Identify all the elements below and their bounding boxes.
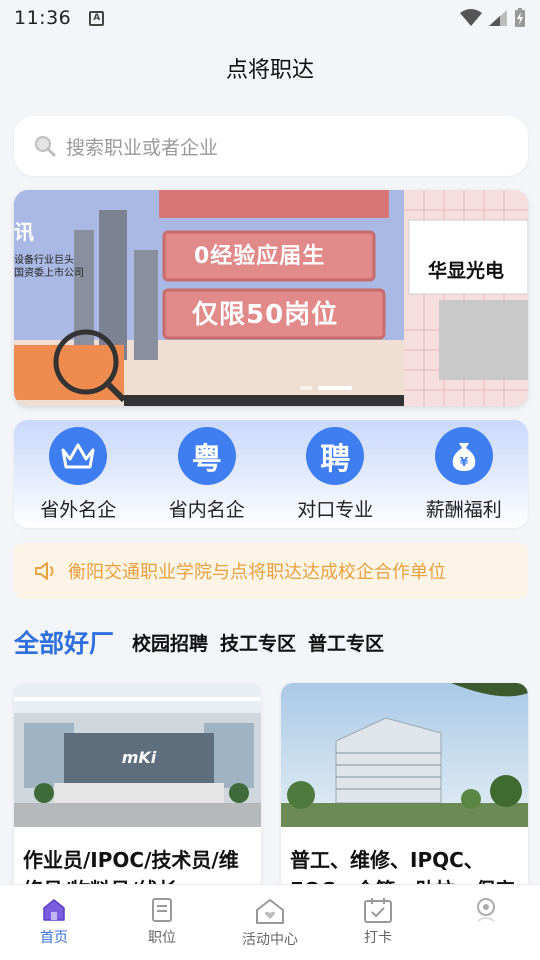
crown-icon	[49, 426, 108, 485]
banner-pagination	[300, 386, 352, 390]
company-building-image	[281, 683, 528, 827]
home-icon	[43, 899, 65, 921]
nav-label: 首页	[40, 930, 68, 946]
nav-profile[interactable]	[432, 885, 540, 960]
nav-home[interactable]: 首页	[0, 885, 108, 960]
yue-icon: 粤	[177, 426, 236, 485]
company-lobby-image: mKi	[14, 683, 261, 827]
category-label: 对口专业	[297, 498, 374, 521]
banner-dot[interactable]	[300, 386, 312, 390]
factory-tabs: 全部好厂 校园招聘 技工专区 普工专区	[14, 622, 396, 662]
category-label: 省外名企	[40, 498, 117, 521]
nav-label: 职位	[148, 930, 176, 946]
banner-brand: 华显光电	[428, 260, 505, 282]
category-major-match[interactable]: 聘 对口专业	[280, 426, 390, 522]
search-icon	[35, 136, 56, 157]
status-bar: 11:36 A	[0, 0, 540, 36]
banner-small-text: 设备行业巨头 国资委上市公司	[14, 255, 84, 279]
document-icon	[152, 898, 172, 922]
status-time: 11:36	[14, 7, 72, 29]
cell-signal-icon	[489, 10, 507, 26]
svg-text:mKi: mKi	[122, 748, 157, 767]
search-input[interactable]: 搜索职业或者企业	[14, 116, 528, 176]
banner-headline-2: 仅限50岗位	[192, 300, 339, 330]
activity-house-icon	[256, 899, 284, 924]
battery-charging-icon	[515, 8, 525, 27]
banner-logo-text: 讯	[14, 220, 34, 244]
nav-check-in[interactable]: 打卡	[324, 885, 432, 960]
nav-label: 活动中心	[242, 932, 298, 948]
page-title: 点将职达	[225, 58, 314, 83]
category-salary-benefits[interactable]: ¥ 薪酬福利	[409, 426, 519, 522]
category-label: 薪酬福利	[425, 498, 502, 521]
accessibility-notification-icon: A	[89, 10, 105, 26]
speaker-icon	[35, 562, 54, 580]
search-placeholder: 搜索职业或者企业	[66, 136, 219, 159]
profile-icon	[477, 898, 495, 922]
banner-headline-1: 0经验应届生	[194, 244, 326, 269]
pin-icon: 聘	[306, 426, 365, 485]
money-bag-icon: ¥	[434, 426, 493, 485]
tab-all-factories[interactable]: 全部好厂	[14, 624, 114, 660]
nav-jobs[interactable]: 职位	[108, 885, 216, 960]
banner-dot-active[interactable]	[318, 386, 352, 390]
bottom-navigation: 首页 职位 活动中心 打卡	[0, 884, 540, 960]
announcement-bar[interactable]: 衡阳交通职业学院与点将职达达成校企合作单位	[14, 543, 528, 599]
announcement-text: 衡阳交通职业学院与点将职达达成校企合作单位	[68, 562, 446, 583]
wifi-icon	[460, 9, 482, 26]
svg-text:¥: ¥	[460, 455, 469, 469]
tab-general-workers[interactable]: 普工专区	[308, 629, 384, 656]
category-in-province[interactable]: 粤 省内名企	[152, 426, 262, 522]
nav-activity-center[interactable]: 活动中心	[216, 885, 324, 960]
calendar-check-icon	[364, 898, 392, 923]
job-card[interactable]: mKi 作业员/IPOC/技术员/维修员/物料员/线长	[14, 683, 261, 893]
tab-skilled-workers[interactable]: 技工专区	[220, 629, 296, 656]
promo-banner[interactable]: 讯 设备行业巨头 国资委上市公司 0经验应届生 仅限50岗位 华显光电	[14, 190, 528, 406]
nav-label: 打卡	[364, 930, 392, 946]
job-card[interactable]: 普工、维修、IPQC、FQC、仓管、助拉、保安	[281, 683, 528, 893]
category-grid: 省外名企 粤 省内名企 聘 对口专业 ¥ 薪酬福利	[14, 420, 528, 528]
tab-campus-recruiting[interactable]: 校园招聘	[132, 629, 208, 656]
category-label: 省内名企	[168, 498, 245, 521]
category-out-province[interactable]: 省外名企	[23, 426, 133, 522]
status-icons	[460, 8, 526, 28]
